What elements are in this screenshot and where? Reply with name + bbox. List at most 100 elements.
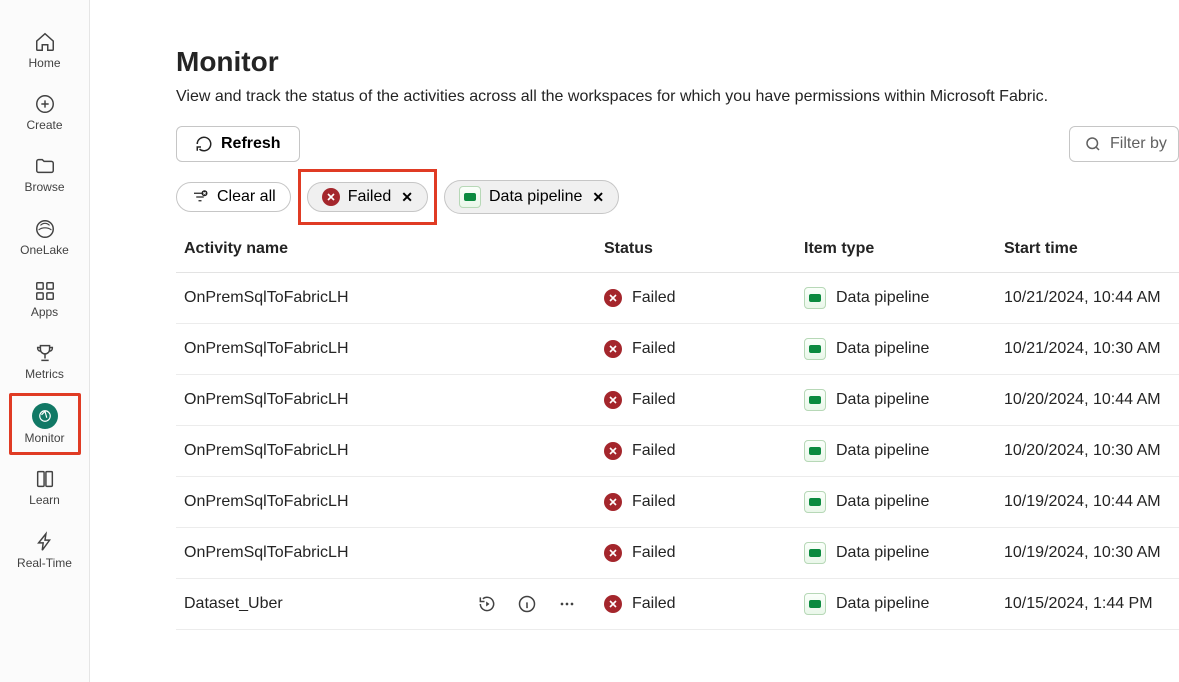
monitor-icon [32, 403, 58, 429]
row-actions [476, 593, 578, 615]
nav-item-metrics[interactable]: Metrics [17, 337, 73, 385]
nav-item-create[interactable]: Create [17, 88, 73, 136]
browse-icon [33, 154, 57, 178]
data-pipeline-icon [804, 491, 826, 513]
main-content: Monitor View and track the status of the… [90, 0, 1179, 682]
col-header-status[interactable]: Status [596, 230, 796, 273]
activity-name[interactable]: OnPremSqlToFabricLH [184, 544, 349, 562]
onelake-icon [33, 217, 57, 241]
failed-status-icon [322, 188, 340, 206]
activities-table: Activity name Status Item type Start tim… [176, 230, 1179, 630]
start-time: 10/21/2024, 10:44 AM [996, 273, 1179, 324]
realtime-icon [33, 530, 57, 554]
status-text: Failed [632, 340, 676, 358]
nav-label: Learn [29, 494, 60, 507]
nav-label: Metrics [25, 368, 64, 381]
nav-label: Create [26, 119, 62, 132]
learn-icon [33, 467, 57, 491]
item-type-text: Data pipeline [836, 544, 929, 562]
page-title: Monitor [176, 46, 1179, 78]
start-time: 10/15/2024, 1:44 PM [996, 579, 1179, 630]
nav-label: Monitor [24, 432, 64, 445]
table-row[interactable]: Dataset_Uber Failed Data pipeline 10/15/202… [176, 579, 1179, 630]
data-pipeline-icon [804, 389, 826, 411]
clear-all-chip[interactable]: Clear all [176, 182, 291, 212]
activity-name[interactable]: OnPremSqlToFabricLH [184, 442, 349, 460]
nav-label: Real-Time [17, 557, 72, 570]
filter-placeholder: Filter by [1110, 135, 1167, 153]
table-row[interactable]: OnPremSqlToFabricLH Failed Data pipeline 10… [176, 528, 1179, 579]
item-type-text: Data pipeline [836, 340, 929, 358]
nav-rail: Home Create Browse OneLake Apps Metrics [0, 0, 90, 682]
toolbar: Refresh Filter by [176, 126, 1179, 162]
apps-icon [33, 279, 57, 303]
failed-status-icon [604, 442, 622, 460]
start-time: 10/21/2024, 10:30 AM [996, 324, 1179, 375]
start-time: 10/19/2024, 10:30 AM [996, 528, 1179, 579]
status-text: Failed [632, 544, 676, 562]
refresh-icon [195, 135, 213, 153]
status-text: Failed [632, 391, 676, 409]
table-row[interactable]: OnPremSqlToFabricLHFailedData pipeline10… [176, 426, 1179, 477]
close-icon[interactable]: ✕ [401, 189, 413, 206]
filter-chip-data-pipeline[interactable]: Data pipeline ✕ [444, 180, 619, 214]
activity-name[interactable]: OnPremSqlToFabricLH [184, 340, 349, 358]
activity-name[interactable]: OnPremSqlToFabricLH [184, 493, 349, 511]
refresh-label: Refresh [221, 135, 281, 153]
table-row[interactable]: OnPremSqlToFabricLHFailedData pipeline10… [176, 375, 1179, 426]
item-type-text: Data pipeline [836, 442, 929, 460]
status-text: Failed [632, 493, 676, 511]
info-icon[interactable] [516, 593, 538, 615]
nav-item-apps[interactable]: Apps [17, 275, 73, 323]
table-row[interactable]: OnPremSqlToFabricLH Failed Data pipeline 10… [176, 324, 1179, 375]
table-row[interactable]: OnPremSqlToFabricLH Failed Data pipeline 10… [176, 273, 1179, 324]
start-time: 10/20/2024, 10:30 AM [996, 426, 1179, 477]
nav-item-home[interactable]: Home [17, 26, 73, 74]
failed-status-icon [604, 391, 622, 409]
failed-status-icon [604, 289, 622, 307]
filter-chips-row: Clear all Failed ✕ Data pipeline ✕ [176, 180, 1179, 214]
nav-item-realtime[interactable]: Real-Time [17, 526, 73, 574]
nav-item-monitor[interactable]: Monitor [17, 399, 73, 449]
nav-item-browse[interactable]: Browse [17, 150, 73, 198]
item-type-text: Data pipeline [836, 493, 929, 511]
page-subtitle: View and track the status of the activit… [176, 88, 1179, 106]
chip-label: Failed [348, 188, 392, 206]
nav-label: Home [28, 57, 60, 70]
status-text: Failed [632, 289, 676, 307]
home-icon [33, 30, 57, 54]
close-icon[interactable]: ✕ [592, 189, 604, 206]
table-row[interactable]: OnPremSqlToFabricLH Failed Data pipeline 10… [176, 477, 1179, 528]
item-type-text: Data pipeline [836, 595, 929, 613]
filter-chip-failed[interactable]: Failed ✕ [307, 182, 428, 212]
nav-label: Apps [31, 306, 58, 319]
search-icon [1084, 135, 1102, 153]
failed-status-icon [604, 340, 622, 358]
col-header-activity[interactable]: Activity name [176, 230, 596, 273]
item-type-text: Data pipeline [836, 289, 929, 307]
rerun-icon[interactable] [476, 593, 498, 615]
data-pipeline-icon [804, 593, 826, 615]
filter-search[interactable]: Filter by [1069, 126, 1179, 162]
activity-name[interactable]: Dataset_Uber [184, 595, 283, 613]
more-icon[interactable] [556, 593, 578, 615]
activity-name[interactable]: OnPremSqlToFabricLH [184, 391, 349, 409]
start-time: 10/20/2024, 10:44 AM [996, 375, 1179, 426]
data-pipeline-icon [804, 287, 826, 309]
failed-status-icon [604, 544, 622, 562]
nav-item-learn[interactable]: Learn [17, 463, 73, 511]
clear-filters-icon [191, 190, 209, 204]
nav-label: Browse [24, 181, 64, 194]
start-time: 10/19/2024, 10:44 AM [996, 477, 1179, 528]
col-header-start[interactable]: Start time [996, 230, 1179, 273]
status-text: Failed [632, 595, 676, 613]
data-pipeline-icon [804, 440, 826, 462]
col-header-itemtype[interactable]: Item type [796, 230, 996, 273]
metrics-icon [33, 341, 57, 365]
activity-name[interactable]: OnPremSqlToFabricLH [184, 289, 349, 307]
nav-item-onelake[interactable]: OneLake [17, 213, 73, 261]
refresh-button[interactable]: Refresh [176, 126, 300, 162]
failed-status-icon [604, 493, 622, 511]
data-pipeline-icon [804, 338, 826, 360]
create-icon [33, 92, 57, 116]
